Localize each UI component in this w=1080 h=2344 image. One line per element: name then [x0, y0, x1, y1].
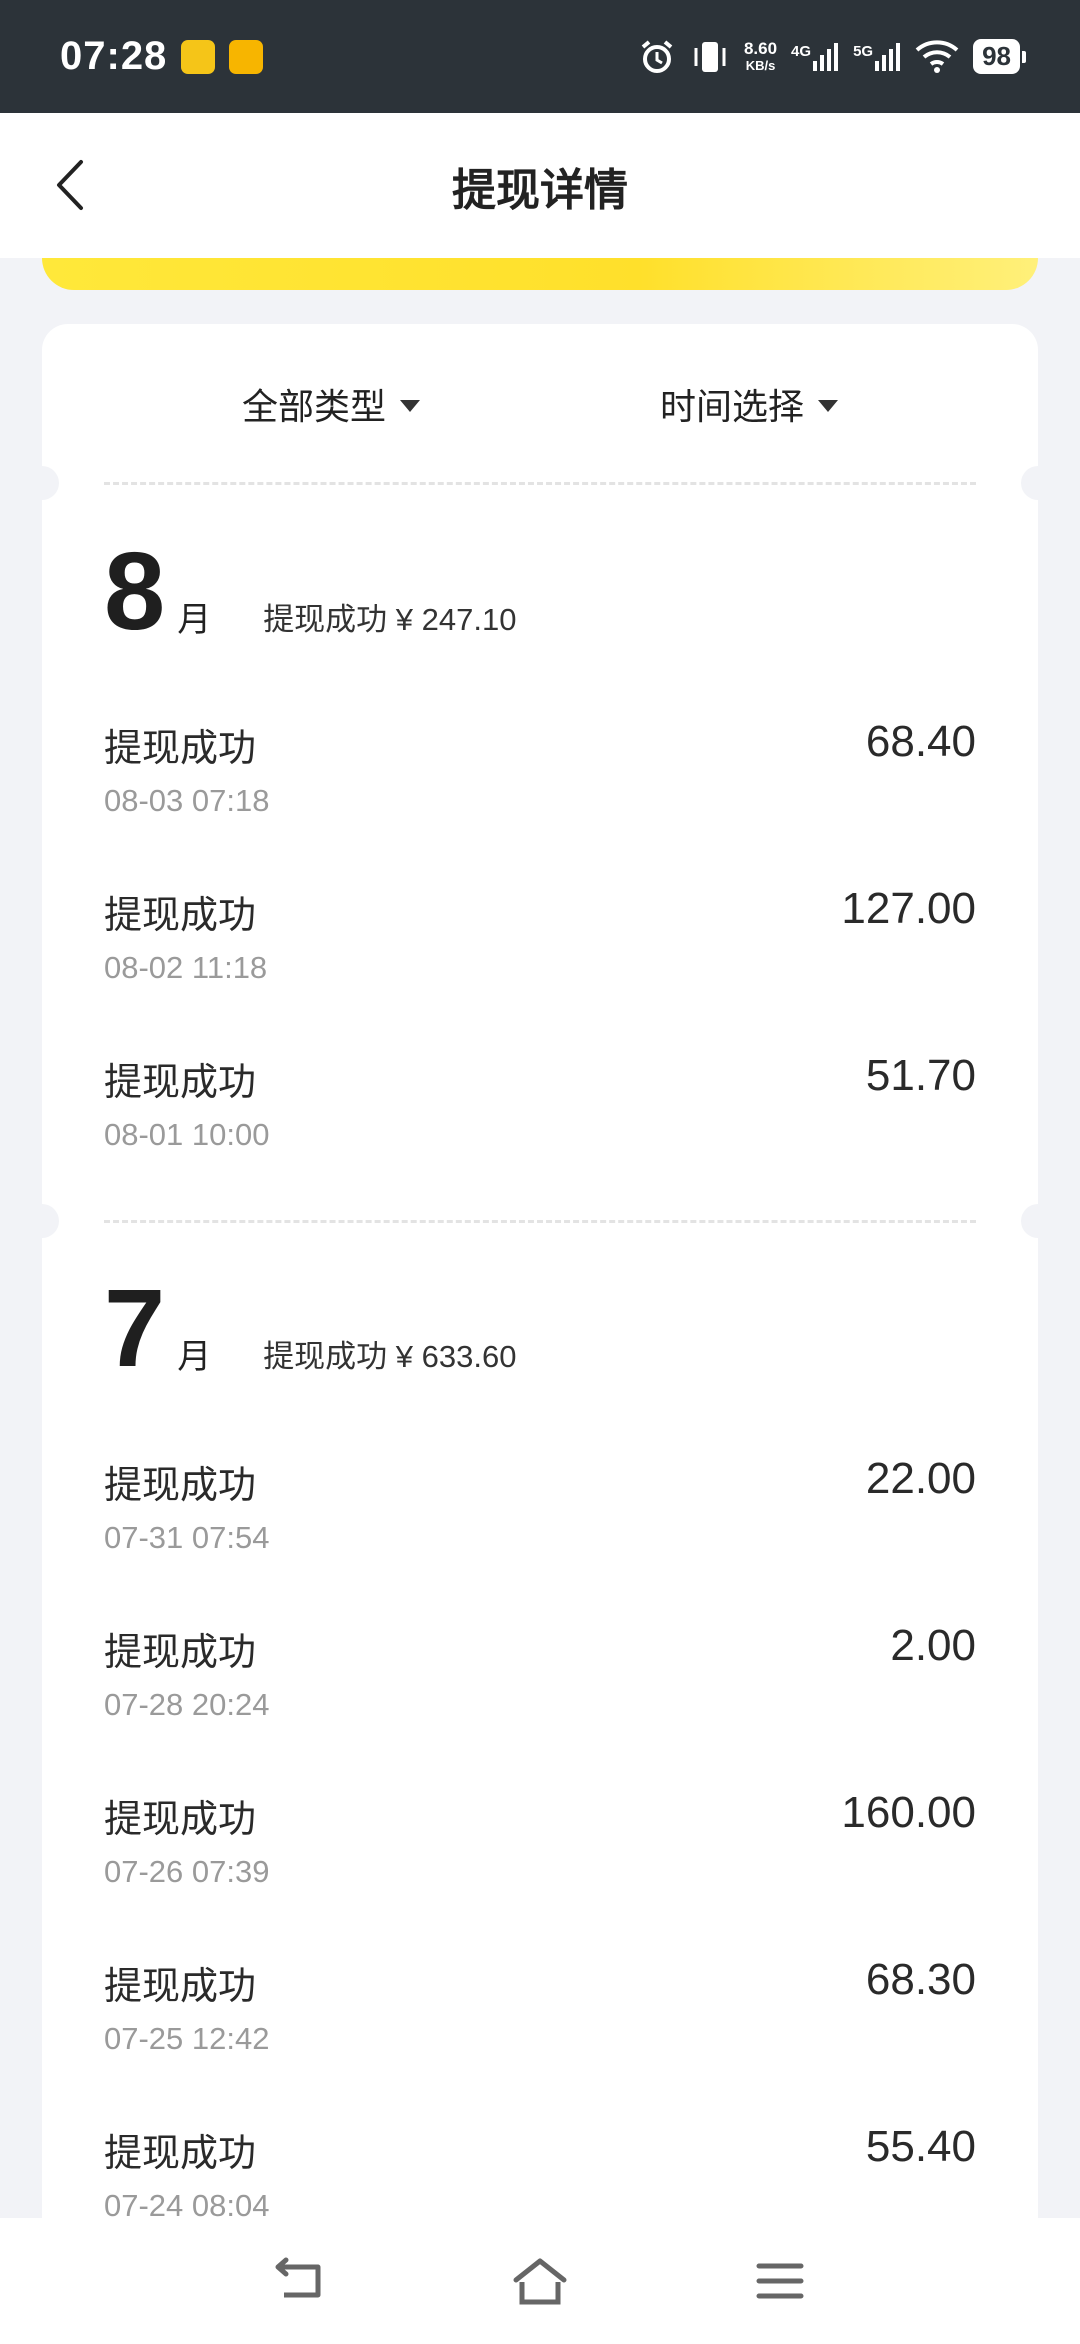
month-number: 8: [104, 530, 166, 653]
type-filter-dropdown[interactable]: 全部类型: [242, 378, 420, 430]
card-notch: [1021, 466, 1055, 500]
page-title: 提现详情: [452, 165, 628, 215]
time-filter-dropdown[interactable]: 时间选择: [660, 378, 839, 430]
item-time: 07-26 07:39: [104, 1854, 270, 1889]
signal-4g: 4G: [791, 42, 839, 71]
item-amount: 55.40: [865, 2122, 976, 2171]
system-nav-bar: [0, 2218, 1080, 2344]
menu-icon: [756, 2263, 804, 2299]
section-divider: [104, 482, 976, 485]
filter-bar: 全部类型 时间选择: [42, 324, 1038, 484]
caret-down-icon: [400, 400, 420, 412]
item-time: 08-01 10:00: [104, 1117, 270, 1152]
signal-5g-label: 5G: [853, 42, 874, 60]
item-title: 提现成功: [104, 1966, 257, 2008]
signal-bars-icon-2: [875, 42, 901, 71]
item-title: 提现成功: [104, 1062, 257, 1104]
item-time: 07-28 20:24: [104, 1687, 270, 1722]
item-time: 07-25 12:42: [104, 2021, 270, 2056]
item-amount: 68.40: [865, 717, 976, 766]
nav-menu-button[interactable]: [740, 2246, 820, 2316]
nav-home-button[interactable]: [500, 2246, 580, 2316]
month-summary: 提现成功 ¥ 247.10: [263, 602, 517, 637]
alarm-icon: [641, 39, 673, 73]
item-title: 提现成功: [104, 1799, 257, 1841]
vibrate-icon: [694, 41, 726, 72]
list-item[interactable]: 提现成功 07-26 07:39 160.00: [104, 1788, 976, 1928]
list-item[interactable]: 提现成功 08-02 11:18 127.00: [104, 884, 976, 1024]
signal-bars-icon: [813, 42, 839, 71]
item-title: 提现成功: [104, 1632, 257, 1674]
month-header: 8 月 提现成功 ¥ 247.10: [104, 530, 517, 653]
battery-indicator: 98: [973, 39, 1026, 74]
item-amount: 160.00: [841, 1788, 976, 1837]
card-notch: [1021, 1204, 1055, 1238]
net-speed: 8.60 KB/s: [744, 40, 777, 74]
month-number: 7: [104, 1267, 166, 1390]
return-icon: [275, 2257, 321, 2298]
app-notification-icon: [181, 39, 216, 74]
item-title: 提现成功: [104, 1465, 257, 1507]
net-speed-value: 8.60: [743, 38, 778, 58]
item-title: 提现成功: [104, 728, 257, 770]
month-unit: 月: [177, 601, 212, 639]
section-divider: [104, 1220, 976, 1223]
item-amount: 51.70: [865, 1051, 976, 1100]
month-summary: 提现成功 ¥ 633.60: [263, 1339, 517, 1374]
list-item[interactable]: 提现成功 07-31 07:54 22.00: [104, 1454, 976, 1594]
list-item[interactable]: 提现成功 08-03 07:18 68.40: [104, 717, 976, 857]
status-time: 07:28: [60, 34, 168, 78]
list-item[interactable]: 提现成功 07-28 20:24 2.00: [104, 1621, 976, 1761]
type-filter-label: 全部类型: [241, 386, 386, 427]
list-item[interactable]: 提现成功 07-25 12:42 68.30: [104, 1955, 976, 2095]
back-button[interactable]: [40, 155, 100, 215]
card-notch: [25, 466, 59, 500]
month-header: 7 月 提现成功 ¥ 633.60: [104, 1267, 517, 1390]
withdraw-list-card: 全部类型 时间选择 8 月 提现成功 ¥ 247.10 提现成功 08-03 0…: [25, 324, 1055, 2324]
item-time: 07-31 07:54: [104, 1520, 270, 1555]
item-title: 提现成功: [104, 895, 257, 937]
item-amount: 22.00: [865, 1454, 976, 1503]
item-time: 08-03 07:18: [104, 783, 270, 818]
wifi-icon: [915, 39, 959, 73]
card-notch: [25, 1204, 59, 1238]
item-time: 08-02 11:18: [104, 950, 268, 985]
item-title: 提现成功: [104, 2133, 257, 2175]
item-amount: 68.30: [865, 1955, 976, 2004]
page-header: 提现详情: [0, 113, 1080, 258]
time-filter-label: 时间选择: [660, 386, 805, 427]
list-item[interactable]: 提现成功 08-01 10:00 51.70: [104, 1051, 976, 1191]
item-amount: 2.00: [890, 1621, 976, 1670]
status-bar: 07:28 8.60 KB/s 4G 5G 98: [0, 0, 1080, 113]
app-notification-icon-2: [229, 39, 264, 74]
item-amount: 127.00: [841, 884, 976, 933]
caret-down-icon: [818, 400, 839, 412]
banner-strip: [42, 258, 1038, 290]
chevron-left-icon: [57, 160, 83, 210]
month-unit: 月: [177, 1338, 212, 1376]
nav-back-button[interactable]: [260, 2246, 340, 2316]
net-speed-unit: KB/s: [745, 57, 776, 73]
signal-5g: 5G: [853, 42, 901, 71]
signal-4g-label: 4G: [791, 42, 812, 60]
home-icon: [513, 2258, 567, 2305]
